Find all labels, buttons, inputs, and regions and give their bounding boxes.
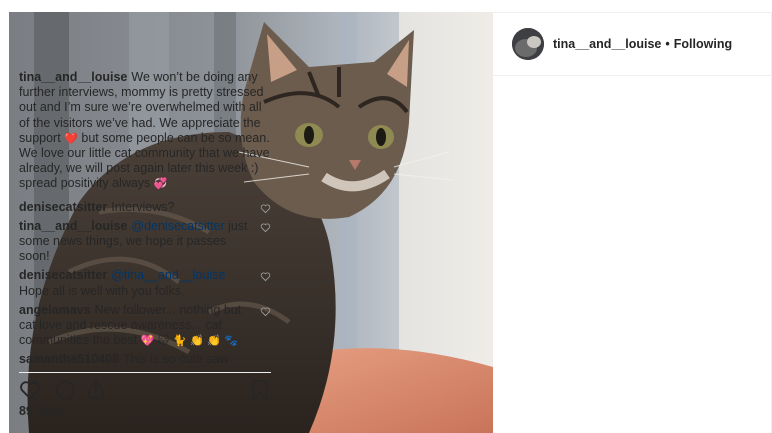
comment-username[interactable]: angelamavs bbox=[19, 303, 91, 317]
two-hearts-emoji: 💞 bbox=[153, 177, 168, 191]
instagram-post: tina__and__louise • Following tina__and_… bbox=[0, 0, 772, 433]
comment-mention[interactable]: @denisecatsitter bbox=[131, 219, 224, 233]
header-separator: • bbox=[665, 37, 670, 51]
speech-bubble-icon[interactable] bbox=[52, 379, 74, 401]
comment-item: samantha510408 This is so cute saw bbox=[19, 352, 271, 367]
small-heart-icon[interactable] bbox=[260, 271, 271, 282]
comment-mention[interactable]: @tina__and__louise bbox=[111, 268, 225, 282]
small-heart-icon[interactable] bbox=[260, 203, 271, 214]
comment-username[interactable]: denisecatsitter bbox=[19, 200, 107, 214]
comment-username[interactable]: samantha510408 bbox=[19, 352, 119, 366]
following-button[interactable]: Following bbox=[674, 37, 732, 51]
small-heart-icon[interactable] bbox=[260, 222, 271, 233]
caption-text-3: We love our little cat community that we… bbox=[19, 146, 270, 191]
comment-username[interactable]: tina__and__louise bbox=[19, 219, 127, 233]
action-bar bbox=[19, 372, 271, 403]
caption-paragraph-2: We love our little cat community that we… bbox=[19, 146, 271, 192]
post-header: tina__and__louise • Following bbox=[493, 13, 771, 76]
comment-text: Interviews? bbox=[111, 199, 175, 214]
comment-item: denisecatsitter Interviews? bbox=[19, 200, 271, 215]
share-icon[interactable] bbox=[85, 379, 107, 401]
comment-item: angelamavs New follower... nothing but ca… bbox=[19, 303, 271, 349]
comment-item: tina__and__louise @denisecatsitter just s… bbox=[19, 219, 271, 265]
comments-list[interactable]: tina__and__louise We won’t be doing any f… bbox=[19, 70, 271, 372]
caption-username[interactable]: tina__and__louise bbox=[19, 70, 127, 84]
heart-outline-icon[interactable] bbox=[19, 379, 41, 401]
caption-paragraph-1: tina__and__louise We won’t be doing any f… bbox=[19, 70, 271, 146]
comment-text: Hope all is well with you folks. bbox=[19, 283, 185, 298]
comment-emoji: 💖 🐱 🐈 👏 👏 🐾 bbox=[140, 334, 239, 348]
comment-username[interactable]: denisecatsitter bbox=[19, 268, 107, 282]
bookmark-icon[interactable] bbox=[249, 379, 271, 401]
avatar-image bbox=[512, 28, 544, 60]
comment-item: denisecatsitter @tina__and__louise Hope a… bbox=[19, 268, 271, 298]
red-heart-emoji: ❤️ bbox=[64, 131, 78, 145]
likes-count[interactable]: 89 likes bbox=[19, 404, 64, 418]
avatar[interactable] bbox=[512, 28, 544, 60]
header-username[interactable]: tina__and__louise bbox=[553, 37, 661, 51]
post-side-panel: tina__and__louise • Following bbox=[493, 12, 772, 433]
small-heart-icon[interactable] bbox=[260, 306, 271, 317]
comment-text: This is so cute saw bbox=[123, 352, 229, 367]
caption-text-2: but some people can be so mean. bbox=[77, 130, 270, 145]
post-caption: tina__and__louise We won’t be doing any f… bbox=[19, 70, 271, 192]
